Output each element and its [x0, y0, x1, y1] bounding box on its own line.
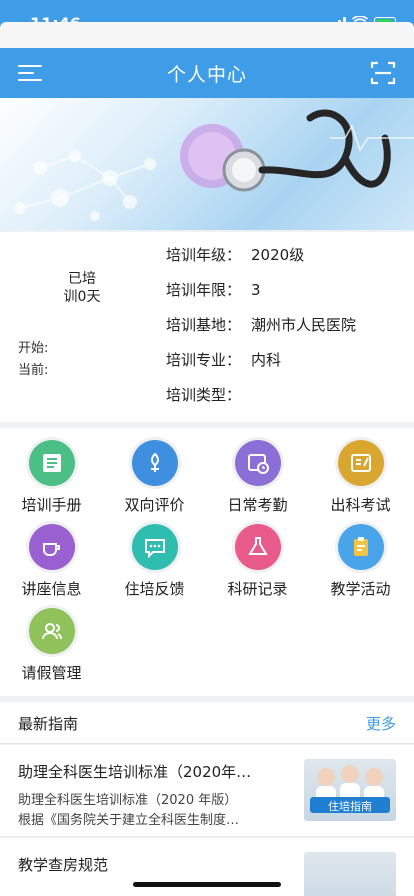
flower-icon	[131, 440, 178, 486]
profile-card: 已培 训0天 开始: 当前: 培训年级： 2020级 培训年限： 3 培训基地： 潮州…	[0, 232, 414, 422]
field-years: 培训年限： 3	[166, 281, 261, 299]
exam-icon	[337, 440, 384, 486]
screen: 11:46 个人中心 已培	[0, 0, 414, 896]
menu-item-research[interactable]: 科研记录	[206, 512, 309, 598]
page-title: 个人中心	[166, 64, 247, 86]
field-base: 培训基地： 潮州市人民医院	[166, 316, 357, 334]
status-bar: 11:46	[0, 0, 414, 48]
coffee-icon	[28, 524, 75, 570]
profile-fields: 培训年级： 2020级 培训年限： 3 培训基地： 潮州市人民医院 培训专业： 内科 培…	[166, 244, 356, 419]
scan-icon[interactable]	[370, 60, 396, 86]
guide-item[interactable]: 助理全科医生培训标准（2020年… 助理全科医生培训标准（2020 年版） 根据…	[0, 745, 414, 837]
menu-item-handbook[interactable]: 培训手册	[0, 428, 103, 514]
nav-bar: 个人中心	[0, 48, 414, 98]
people-icon	[28, 608, 75, 654]
start-date-label: 开始:	[18, 341, 49, 356]
menu-item-attendance[interactable]: 日常考勤	[206, 428, 309, 514]
menu-item-teaching[interactable]: 教学活动	[309, 512, 412, 598]
training-days: 已培 训0天	[63, 271, 101, 305]
clipboard-icon	[337, 524, 384, 570]
handbook-icon	[28, 440, 75, 486]
feature-grid: 培训手册 双向评价 日常考勤 出科考试 讲座信息 住培反馈 科研记录 教学活动	[0, 428, 414, 696]
more-link[interactable]: 更多	[366, 713, 396, 734]
guide-thumbnail	[304, 852, 396, 896]
field-grade: 培训年级： 2020级	[166, 246, 305, 264]
menu-item-evaluation[interactable]: 双向评价	[103, 428, 206, 514]
home-indicator[interactable]	[133, 882, 281, 887]
field-major: 培训专业： 内科	[166, 351, 282, 369]
guides-header: 最新指南 更多	[0, 702, 414, 744]
calendar-clock-icon	[234, 440, 281, 486]
menu-item-leave[interactable]: 请假管理	[0, 596, 103, 682]
guides-title: 最新指南	[18, 715, 79, 733]
flask-icon	[234, 524, 281, 570]
guide-thumbnail: 住培指南	[304, 759, 396, 821]
guide-item[interactable]: 教学查房规范	[0, 838, 414, 896]
menu-item-lecture[interactable]: 讲座信息	[0, 512, 103, 598]
current-date-label: 当前:	[18, 363, 49, 378]
banner-image	[0, 98, 414, 230]
menu-item-feedback[interactable]: 住培反馈	[103, 512, 206, 598]
field-type: 培训类型：	[166, 386, 242, 404]
menu-item-exam[interactable]: 出科考试	[309, 428, 412, 514]
chat-icon	[131, 524, 178, 570]
